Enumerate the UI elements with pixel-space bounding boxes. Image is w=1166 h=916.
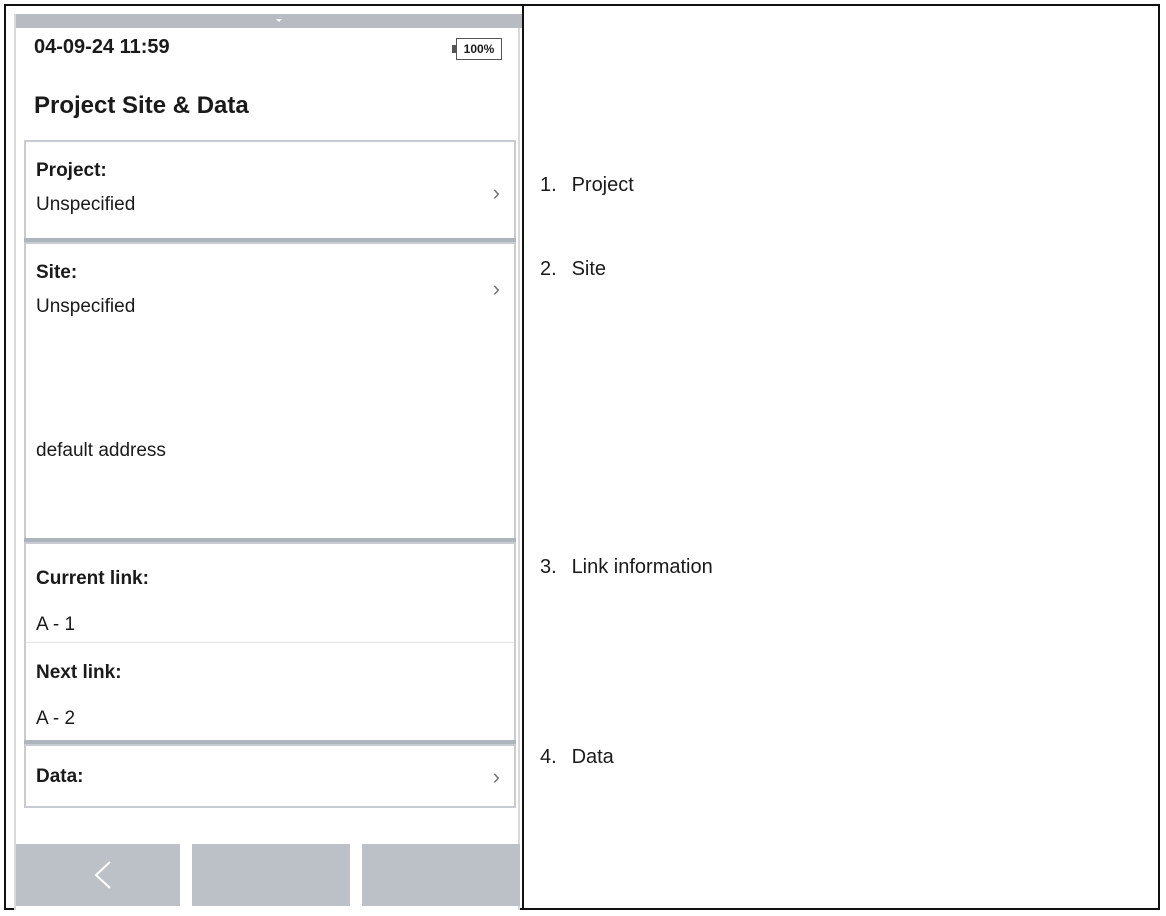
separator (26, 642, 514, 643)
annotation-number: 2. (540, 258, 557, 280)
chevron-left-icon (94, 861, 111, 889)
battery-level: 100% (463, 42, 495, 56)
next-link-value: A - 2 (36, 708, 76, 729)
bottom-nav (16, 844, 520, 906)
chevron-right-icon: › (492, 764, 500, 789)
pull-down-bar[interactable] (16, 14, 522, 28)
chevron-right-icon: › (492, 180, 500, 205)
annotation-item: 1. Project (540, 174, 634, 197)
annotation-number: 4. (540, 746, 557, 768)
project-label: Project: (36, 160, 107, 181)
annotation-item: 4. Data (540, 746, 614, 769)
link-info-panel: Current link: A - 1 Next link: A - 2 (24, 542, 516, 742)
page-title: Project Site & Data (34, 92, 249, 119)
annotation-text: Project (571, 174, 634, 196)
project-row[interactable]: Project: Unspecified › (24, 140, 516, 240)
table-divider (522, 4, 524, 910)
data-label: Data: (36, 766, 84, 787)
pull-down-icon (276, 19, 282, 22)
annotation-number: 3. (540, 556, 557, 578)
status-time: 04-09-24 11:59 (34, 36, 170, 58)
current-link-label: Current link: (36, 568, 149, 589)
site-row[interactable]: Site: Unspecified default address › (24, 242, 516, 540)
site-label: Site: (36, 262, 78, 283)
annotation-number: 1. (540, 174, 557, 196)
project-value: Unspecified (36, 194, 136, 215)
battery-icon: 100% (452, 38, 502, 60)
data-row[interactable]: Data: › (24, 744, 516, 808)
chevron-right-icon: › (492, 276, 500, 301)
back-button[interactable] (16, 844, 180, 906)
status-bar: 04-09-24 11:59 100% (16, 28, 518, 78)
device-screen: 04-09-24 11:59 100% Project Site & Data … (14, 14, 522, 910)
site-address: default address (36, 440, 166, 461)
softkey-middle-button[interactable] (192, 844, 350, 906)
annotation-text: Site (571, 258, 607, 280)
annotation-text: Data (571, 746, 614, 768)
site-value: Unspecified (36, 296, 136, 317)
current-link-value: A - 1 (36, 614, 76, 635)
annotation-item: 3. Link information (540, 556, 713, 579)
softkey-right-button[interactable] (362, 844, 520, 906)
annotation-text: Link information (571, 556, 713, 578)
annotation-item: 2. Site (540, 258, 606, 281)
next-link-label: Next link: (36, 662, 122, 683)
